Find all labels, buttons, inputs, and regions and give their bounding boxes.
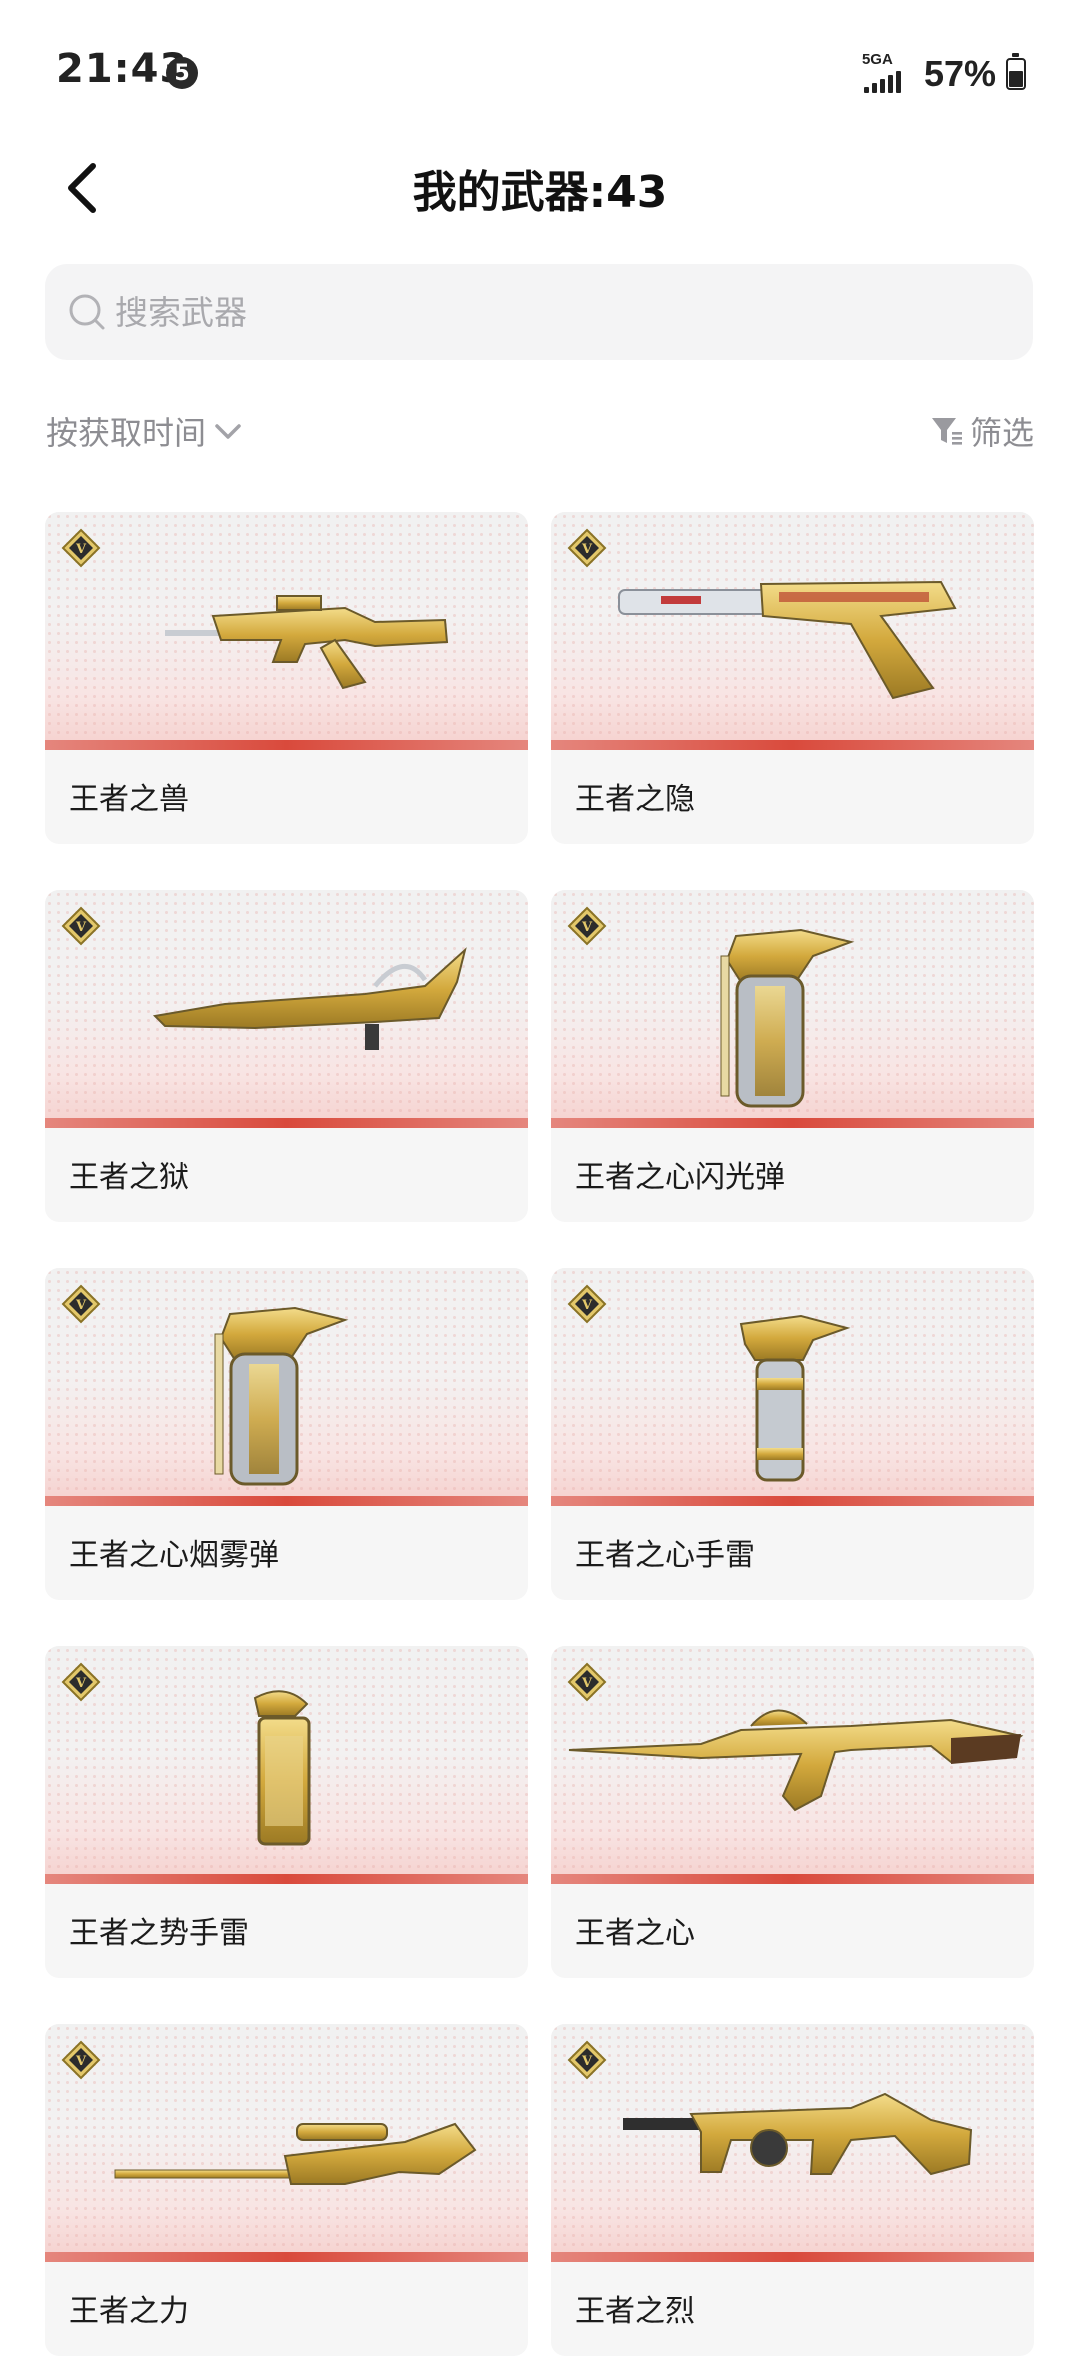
weapon-icon [214,1306,349,1486]
svg-text:V: V [581,542,593,557]
weapon-name: 王者之心烟雾弹 [69,1538,279,1573]
weapon-image: V [45,2024,528,2262]
v-rank-icon: V [61,1284,101,1324]
notification-badge: 5 [166,57,198,89]
filter-label: 筛选 [969,414,1034,452]
weapon-icon [165,595,449,690]
status-bar: 21:43 5 5GA 57% [0,0,1080,130]
svg-text:V: V [581,920,593,935]
status-right: 5GA 57% [862,51,1026,96]
v-rank-icon: V [567,1284,607,1324]
chevron-down-icon [215,424,241,439]
weapon-card[interactable]: V 王者之狱 [45,890,528,1222]
weapon-card[interactable]: V 王者之心烟雾弹 [45,1268,528,1600]
weapon-name: 王者之心闪光弹 [575,1160,785,1195]
svg-text:V: V [581,1298,593,1313]
weapon-card[interactable]: V 王者之势手雷 [45,1646,528,1978]
v-rank-icon: V [61,1662,101,1702]
v-rank-icon: V [567,2040,607,2080]
weapon-name: 王者之势手雷 [69,1916,249,1951]
search-box[interactable] [45,264,1033,360]
weapon-name: 王者之兽 [69,782,189,817]
weapon-icon [253,1690,311,1846]
battery-icon [1006,53,1026,90]
v-rank-icon: V [61,2040,101,2080]
weapon-name: 王者之心 [575,1916,695,1951]
signal-icon: 5GA [862,51,914,93]
weapon-image: V [45,890,528,1128]
weapon-image: V [45,512,528,750]
svg-text:V: V [581,1676,593,1691]
network-type: 5GA [861,51,893,68]
weapon-card[interactable]: V 王者之烈 [551,2024,1034,2356]
svg-text:V: V [581,2054,593,2069]
weapon-icon [618,580,957,700]
weapon-image: V [551,890,1034,1128]
weapon-icon [114,2122,477,2185]
v-rank-icon: V [567,1662,607,1702]
weapon-card[interactable]: V 王者之兽 [45,512,528,844]
svg-text:V: V [75,1676,87,1691]
weapon-image: V [45,1646,528,1884]
weapon-card[interactable]: V 王者之心 [551,1646,1034,1978]
v-rank-icon: V [61,528,101,568]
weapon-card[interactable]: V 王者之心手雷 [551,1268,1034,1600]
weapon-card[interactable]: V 王者之隐 [551,512,1034,844]
weapon-image: V [45,1268,528,1506]
weapon-name: 王者之力 [69,2294,189,2329]
svg-text:V: V [75,2054,87,2069]
weapon-grid: V 王者之兽 V 王者之隐 V 王者之狱 V 王者之心闪光弹 V 王者之心烟雾弹… [45,512,1035,2356]
weapon-card[interactable]: V 王者之力 [45,2024,528,2356]
v-rank-icon: V [567,906,607,946]
weapon-name: 王者之烈 [575,2294,695,2329]
sort-label: 按获取时间 [46,414,207,452]
weapon-icon [152,947,467,1050]
weapon-icon [623,2092,973,2176]
battery-percent: 57% [923,53,996,94]
weapon-icon [739,1314,851,1482]
weapon-image: V [551,2024,1034,2262]
sort-dropdown[interactable]: 按获取时间 [46,406,244,456]
weapon-name: 王者之隐 [575,782,695,817]
search-icon [65,290,109,334]
weapon-image: V [551,1646,1034,1884]
filter-button[interactable]: 筛选 [930,406,1034,456]
v-rank-icon: V [567,528,607,568]
search-input[interactable] [115,292,995,332]
weapon-card[interactable]: V 王者之心闪光弹 [551,890,1034,1222]
weapon-image: V [551,1268,1034,1506]
svg-text:V: V [75,1298,87,1313]
weapon-name: 王者之狱 [69,1160,189,1195]
page-title: 我的武器:43 [412,167,668,218]
svg-text:V: V [75,920,87,935]
filter-icon [931,418,962,445]
weapon-icon [568,1709,1024,1812]
weapon-icon [720,928,855,1108]
weapon-name: 王者之心手雷 [575,1538,755,1573]
weapon-image: V [551,512,1034,750]
svg-text:V: V [75,542,87,557]
v-rank-icon: V [61,906,101,946]
